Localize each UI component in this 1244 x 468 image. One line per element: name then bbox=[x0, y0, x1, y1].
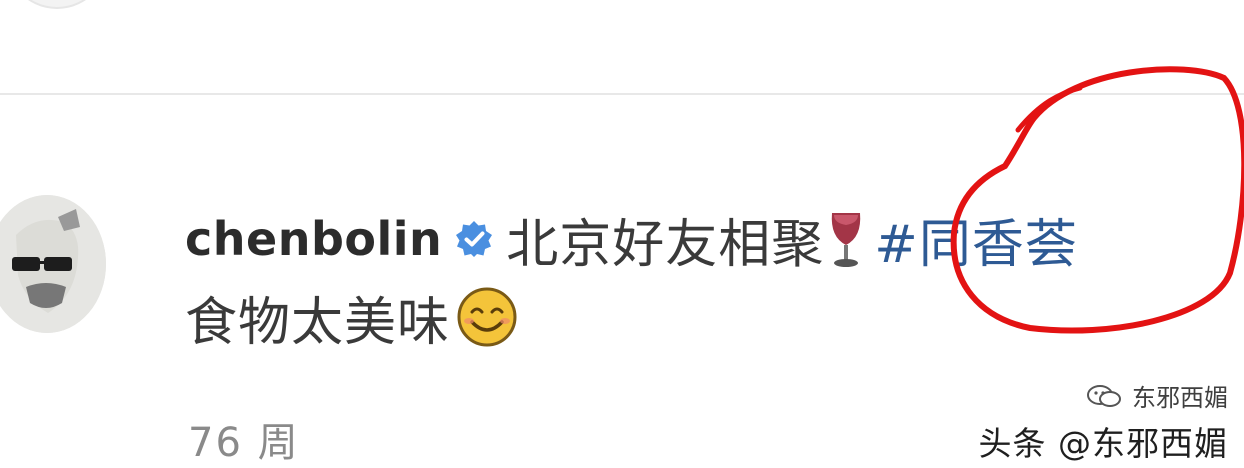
comment-timestamp: 76 周 bbox=[188, 420, 300, 466]
comment-line-2: 食物太美味 bbox=[185, 280, 1225, 354]
watermark: 东邪西媚 头条 @东邪西媚 bbox=[979, 378, 1229, 465]
caption-text: 北京好友相聚 bbox=[506, 214, 825, 275]
previous-comment-avatar[interactable] bbox=[0, 0, 114, 9]
wine-glass-icon bbox=[832, 213, 861, 267]
avatar-portrait-icon bbox=[0, 195, 106, 333]
caption-text-line-2: 食物太美味 bbox=[185, 292, 451, 353]
smiling-face-icon bbox=[457, 287, 517, 347]
divider bbox=[0, 93, 1244, 95]
comment-line-1: chenbolin 北京好友相聚 #同香荟 bbox=[185, 202, 1225, 277]
verified-badge-icon bbox=[456, 221, 493, 257]
avatar[interactable] bbox=[0, 195, 106, 333]
comment: chenbolin 北京好友相聚 #同香荟 食物太美味 bbox=[185, 204, 1225, 354]
hashtag-link[interactable]: #同香荟 bbox=[874, 202, 1078, 277]
watermark-bottom-text: 头条 @东邪西媚 bbox=[978, 424, 1228, 463]
wechat-icon bbox=[1087, 384, 1121, 407]
username-link[interactable]: chenbolin bbox=[185, 212, 442, 266]
watermark-top-text: 东邪西媚 bbox=[1132, 384, 1228, 412]
watermark-top: 东邪西媚 bbox=[979, 378, 1228, 413]
